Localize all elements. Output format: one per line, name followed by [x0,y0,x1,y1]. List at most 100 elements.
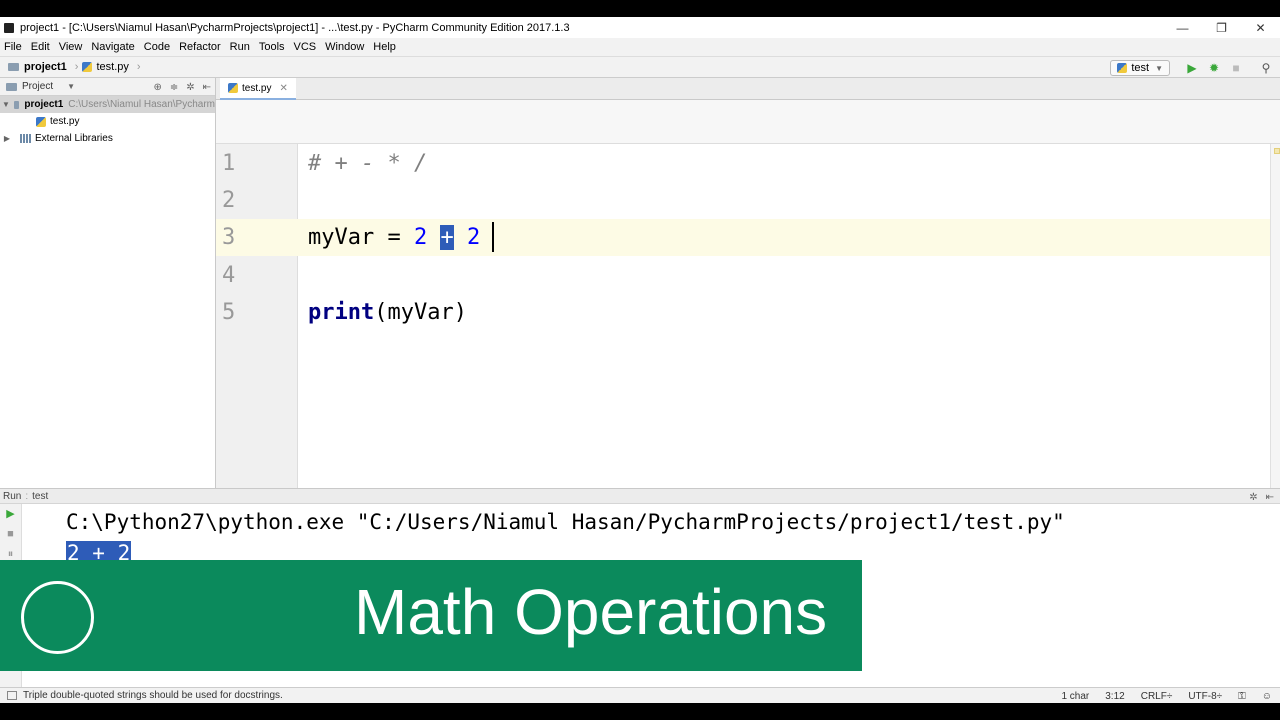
rerun-icon[interactable]: ▶ [0,504,21,524]
menu-bar: File Edit View Navigate Code Refactor Ru… [0,38,1280,56]
collapse-icon[interactable]: ≑ [170,82,178,93]
menu-file[interactable]: File [4,41,22,53]
breadcrumb-project[interactable]: project1 [24,61,67,73]
gear-icon[interactable]: ✲ [1249,492,1257,503]
code-line-2[interactable]: 2 [216,182,1270,219]
menu-refactor[interactable]: Refactor [179,41,221,53]
folder-icon [8,63,19,71]
menu-code[interactable]: Code [144,41,170,53]
menu-navigate[interactable]: Navigate [91,41,134,53]
chevron-down-icon[interactable]: ▼ [2,100,10,109]
debug-icon[interactable]: ✹ [1204,59,1224,77]
line-number: 3 [222,225,236,250]
selection-count: 1 char [1061,690,1090,702]
caret-position[interactable]: 3:12 [1105,691,1124,702]
status-message: Triple double-quoted strings should be u… [23,690,283,701]
code-statement: print(myVar) [308,300,467,325]
chevron-right-icon[interactable]: ▶ [2,134,12,143]
restore-button[interactable]: ❐ [1202,17,1241,38]
code-variable: myVar = [308,225,414,250]
stop-icon[interactable]: ■ [0,524,21,544]
line-separator[interactable]: CRLF÷ [1141,691,1173,702]
circle-logo-icon [21,581,94,654]
project-panel-header: Project ▼ ⊕ ≑ ✲ ⇤ [0,78,215,96]
editor-scrollbar[interactable] [1270,144,1280,488]
status-bar: Triple double-quoted strings should be u… [0,687,1280,703]
menu-tools[interactable]: Tools [259,41,285,53]
run-panel-label: Run [3,490,22,502]
tree-item-project1[interactable]: ▼ project1 C:\Users\Niamul Hasan\Pycharm [0,96,215,113]
run-toolbar: test ▼ ▶ ✹ ■ ⚲ [1110,57,1276,79]
code-line-4[interactable]: 4 [216,257,1270,294]
folder-icon [13,100,20,109]
code-line-3[interactable]: 3 myVar = 2 + 2 [216,219,1270,256]
minimize-button[interactable]: — [1163,17,1202,38]
gear-icon[interactable]: ✲ [186,82,194,93]
locate-icon[interactable]: ⊕ [153,82,161,93]
pycharm-icon [4,22,14,33]
code-args: (myVar) [374,300,467,325]
menu-window[interactable]: Window [325,41,364,53]
code-statement: myVar = 2 + 2 [308,225,480,250]
run-panel-config[interactable]: test [32,491,48,502]
pycharm-window: project1 - [C:\Users\Niamul Hasan\Pychar… [0,17,1280,703]
python-file-icon [1117,63,1128,73]
tool-window-icon[interactable] [7,691,17,700]
python-file-icon: : [25,490,29,502]
project-panel: Project ▼ ⊕ ≑ ✲ ⇤ ▼ project1 C:\Users\Ni… [0,78,216,488]
tab-test-py[interactable]: test.py ✕ [220,78,296,100]
tree-item-external-libraries[interactable]: ▶ External Libraries [0,130,215,147]
code-line-1[interactable]: 1 # + - * / [216,145,1270,182]
stop-icon[interactable]: ■ [1226,59,1246,77]
tab-label: test.py [242,82,272,94]
project-panel-tools: ⊕ ≑ ✲ ⇤ [145,78,211,96]
inspection-marker[interactable] [1274,148,1280,154]
run-config-select[interactable]: test ▼ [1110,60,1170,76]
tree-item-label: External Libraries [35,133,113,144]
python-file-icon [36,116,46,127]
breadcrumb-file[interactable]: test.py [96,61,128,73]
code-line-5[interactable]: 5 print(myVar) [216,294,1270,331]
menu-run[interactable]: Run [230,41,250,53]
menu-edit[interactable]: Edit [31,41,50,53]
inspector-icon[interactable]: ☺ [1262,691,1272,702]
status-indicators: 1 char 3:12 CRLF÷ UTF-8÷ ⚿ ☺ [1045,688,1272,703]
run-panel-header: Run : test ✲ ⇤ [0,488,1280,504]
banner-title: Math Operations [354,576,828,648]
close-icon[interactable]: ✕ [279,83,287,94]
menu-help[interactable]: Help [373,41,396,53]
code-editor[interactable]: 1 # + - * / 2 3 myVar = 2 + 2 4 5 print(… [216,144,1280,488]
library-icon [20,134,31,143]
menu-view[interactable]: View [59,41,83,53]
tree-item-path: C:\Users\Niamul Hasan\Pycharm [68,99,215,110]
tree-item-test-py[interactable]: test.py [0,113,215,130]
title-bar: project1 - [C:\Users\Niamul Hasan\Pychar… [0,17,1280,38]
line-number: 2 [222,188,236,213]
window-title: project1 - [C:\Users\Niamul Hasan\Pychar… [20,21,570,34]
search-icon[interactable]: ⚲ [1256,59,1276,77]
run-panel-tools: ✲ ⇤ [1249,489,1274,505]
line-number: 1 [222,151,236,176]
window-controls: — ❐ ✕ [1163,17,1280,38]
editor-tab-bar: test.py ✕ [216,78,1280,100]
menu-vcs[interactable]: VCS [294,41,317,53]
code-number: 2 [466,225,481,250]
lock-icon[interactable]: ⚿ [1238,691,1246,702]
code-keyword: print [308,300,375,325]
chevron-right-icon: › [74,61,79,73]
hide-icon[interactable]: ⇤ [1266,492,1274,503]
python-file-icon [82,62,93,72]
folder-icon [6,82,17,91]
chevron-down-icon: ▼ [1155,63,1163,73]
run-config-label: test [1131,62,1150,74]
run-icon[interactable]: ▶ [1182,59,1202,77]
line-number: 5 [222,300,236,325]
file-encoding[interactable]: UTF-8÷ [1188,691,1222,702]
line-number: 4 [222,263,236,288]
close-button[interactable]: ✕ [1241,17,1280,38]
python-file-icon [228,83,238,93]
chevron-down-icon[interactable]: ▼ [67,82,75,91]
hide-icon[interactable]: ⇤ [203,82,211,93]
console-command: C:\Python27\python.exe "C:/Users/Niamul … [66,510,1065,534]
project-view-select[interactable]: Project [22,81,53,92]
